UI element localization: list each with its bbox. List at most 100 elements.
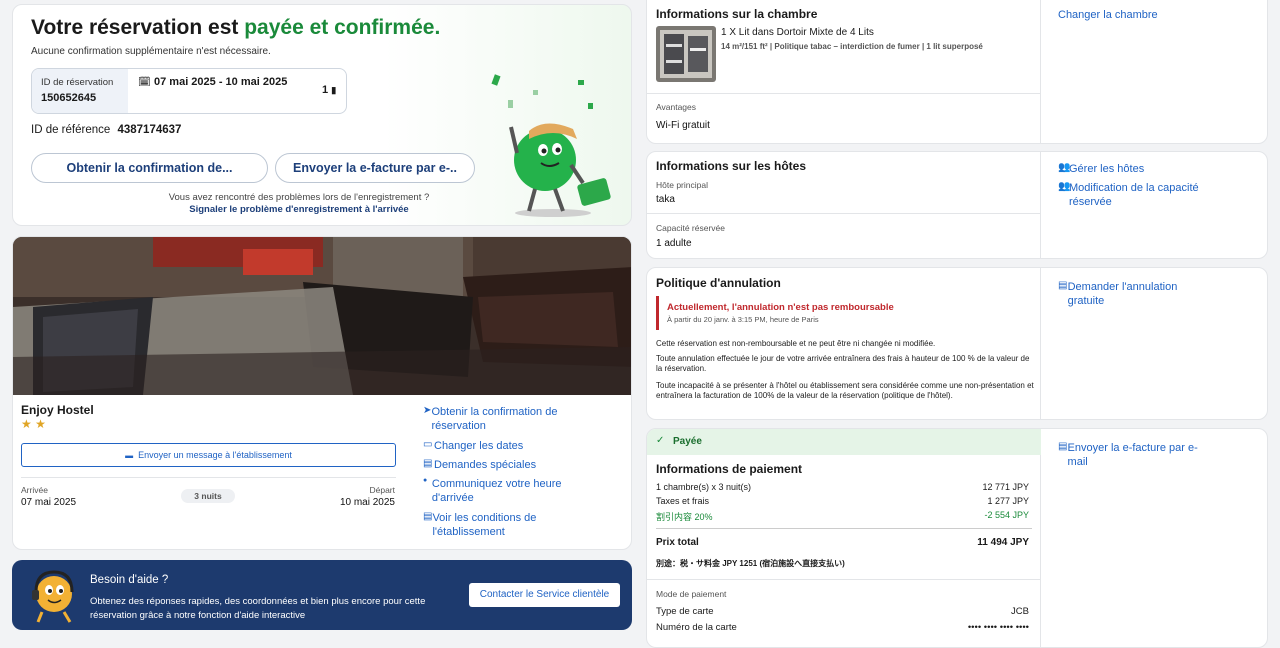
manage-guests-link[interactable]: 👥 Gérer les hôtes: [1058, 162, 1144, 176]
capacity-label: Capacité réservée: [656, 223, 725, 233]
booking-id-block: ID de réservation 150652645: [32, 69, 128, 113]
payment-method-label: Mode de paiement: [656, 589, 727, 599]
send-icon: ➤: [423, 405, 432, 416]
guests-card: Informations sur les hôtes Hôte principa…: [646, 151, 1268, 259]
card-number-row: Numéro de la carte •••• •••• •••• ••••: [656, 622, 1029, 633]
stay-dates: 07 mai 2025 - 10 mai 2025: [154, 76, 288, 88]
document-icon: ▤: [1058, 441, 1068, 452]
card-type-row: Type de carte JCB: [656, 606, 1029, 617]
reference-label: ID de référence: [31, 124, 111, 136]
action-label: Obtenir la confirmation de réservation: [431, 406, 558, 432]
document-icon: ▤: [1058, 280, 1068, 291]
hotel-stars: ★ ★: [21, 417, 46, 431]
send-invoice-link[interactable]: ▤ Envoyer la e-facture par e-mail: [1058, 441, 1198, 469]
policy-text-3: Toute incapacité à se présenter à l'hôte…: [656, 381, 1034, 400]
room-divider: [647, 93, 1041, 94]
benefits-label: Avantages: [656, 102, 697, 112]
message-property-label: Envoyer un message à l'établissement: [138, 450, 292, 460]
help-text: Obtenez des réponses rapides, des coordo…: [90, 596, 426, 621]
booking-info-box: ID de réservation 150652645 🗓 07 mai 202…: [31, 68, 347, 114]
action-label: Communiquez votre heure d'arrivée: [431, 478, 562, 504]
main-guest-label: Hôte principal: [656, 180, 708, 190]
request-cancellation-label: Demander l'annulation gratuite: [1067, 281, 1178, 307]
title-prefix: Votre réservation est: [31, 16, 245, 39]
modify-capacity-link[interactable]: 👥 Modification de la capacité réservée: [1058, 181, 1208, 209]
action-change-dates[interactable]: ▭ Changer les dates: [423, 439, 573, 453]
room-count: 1 ▮: [322, 84, 336, 96]
document-icon: ▤: [423, 511, 433, 522]
action-label: Demandes spéciales: [434, 459, 537, 471]
policy-text-2: Toute annulation effectuée le jour de vo…: [656, 354, 1030, 373]
payment-title: Informations de paiement: [656, 462, 803, 476]
action-label: Voir les conditions de l'établissement: [432, 512, 537, 538]
alert-subtitle: À partir du 20 janv. à 3:15 PM, heure de…: [667, 315, 819, 324]
room-title: Informations sur la chambre: [656, 7, 818, 21]
help-banner: Besoin d'aide ? Obtenez des réponses rap…: [12, 560, 632, 630]
help-title: Besoin d'aide ?: [90, 574, 169, 586]
total-divider: [656, 528, 1032, 529]
hotel-card: Enjoy Hostel ★ ★ ▬ Envoyer un message à …: [12, 236, 632, 550]
hotel-actions-list: ➤ Obtenir la confirmation de réservation …: [423, 405, 573, 539]
action-label: Changer les dates: [434, 440, 524, 452]
send-invoice-label: Envoyer la e-facture par e-mail: [1067, 442, 1198, 468]
users-icon: 👥: [1058, 181, 1071, 192]
hotel-name: Enjoy Hostel: [21, 403, 94, 417]
total-label: Prix total: [656, 537, 699, 548]
payment-card: ✓ Payée Informations de paiement 1 chamb…: [646, 428, 1268, 648]
action-property-terms[interactable]: ▤ Voir les conditions de l'établissement: [423, 511, 573, 539]
total-row: Prix total 11 494 JPY: [656, 537, 1029, 548]
chat-icon: ▬: [125, 451, 134, 460]
price-value: -2 554 JPY: [984, 510, 1029, 520]
info-icon: ●: [423, 477, 428, 484]
room-thumbnail: [656, 26, 716, 82]
modify-capacity-label: Modification de la capacité réservée: [1069, 182, 1199, 208]
help-mascot-icon: [32, 570, 74, 623]
subtitle: Aucune confirmation supplémentaire n'est…: [31, 46, 271, 57]
price-value: 12 771 JPY: [982, 482, 1029, 492]
title-highlight: payée et confirmée.: [244, 16, 441, 39]
users-icon: 👥: [1058, 162, 1071, 173]
calendar-icon: 🗓: [138, 77, 151, 88]
action-get-confirmation[interactable]: ➤ Obtenir la confirmation de réservation: [423, 405, 573, 433]
room-card: Informations sur la chambre 1 X Lit dans…: [646, 0, 1268, 144]
alert-title: Actuellement, l'annulation n'est pas rem…: [667, 302, 894, 313]
page-title: Votre réservation est payée et confirmée…: [31, 16, 440, 40]
benefit-wifi: Wi-Fi gratuit: [656, 120, 710, 131]
contact-support-button[interactable]: Contacter le Service clientèle: [469, 583, 620, 607]
card-type: JCB: [1011, 606, 1029, 617]
reference-row: ID de référence 4387174637: [31, 124, 181, 136]
check-icon: ✓: [656, 435, 665, 446]
send-invoice-button[interactable]: Envoyer la e-facture par e-..: [275, 153, 475, 183]
message-property-button[interactable]: ▬ Envoyer un message à l'établissement: [21, 443, 396, 467]
action-special-requests[interactable]: ▤ Demandes spéciales: [423, 458, 573, 472]
guests-divider: [647, 213, 1041, 214]
booking-id: 150652645: [41, 92, 97, 104]
departure-label: Départ: [369, 485, 395, 495]
payment-divider: [647, 579, 1041, 580]
arrival-label: Arrivée: [21, 485, 48, 495]
non-refundable-alert: Actuellement, l'annulation n'est pas rem…: [656, 296, 1036, 330]
list-icon: ▤: [423, 458, 433, 469]
nights-badge: 3 nuits: [181, 489, 235, 503]
policy-text-1: Cette réservation est non-remboursable e…: [656, 339, 936, 348]
price-row-taxes: Taxes et frais 1 277 JPY: [656, 496, 1029, 506]
price-label: 1 chambre(s) x 3 nuit(s): [656, 482, 752, 492]
change-room-link[interactable]: Changer la chambre: [1058, 8, 1158, 22]
get-confirmation-button[interactable]: Obtenir la confirmation de...: [31, 153, 268, 183]
price-label: 割引内容 20%: [656, 512, 713, 522]
reference-id: 4387174637: [117, 124, 182, 136]
manage-guests-label: Gérer les hôtes: [1069, 163, 1145, 175]
price-row-discount: 割引内容 20% -2 554 JPY: [656, 510, 1029, 523]
paid-status-bar: ✓ Payée: [647, 429, 1041, 455]
card-type-label: Type de carte: [656, 606, 714, 617]
card-number-label: Numéro de la carte: [656, 622, 737, 633]
request-cancellation-link[interactable]: ▤ Demander l'annulation gratuite: [1058, 280, 1198, 308]
total-value: 11 494 JPY: [977, 537, 1029, 548]
booking-id-label: ID de réservation: [41, 77, 114, 88]
paid-status: Payée: [673, 436, 702, 447]
room-count-value: 1: [322, 84, 329, 96]
hotel-photo: [13, 237, 631, 395]
action-arrival-time[interactable]: ● Communiquez votre heure d'arrivée: [423, 477, 573, 505]
mascot-illustration: [491, 74, 611, 217]
room-details: 14 m²/151 ft² | Politique tabac – interd…: [721, 42, 983, 51]
